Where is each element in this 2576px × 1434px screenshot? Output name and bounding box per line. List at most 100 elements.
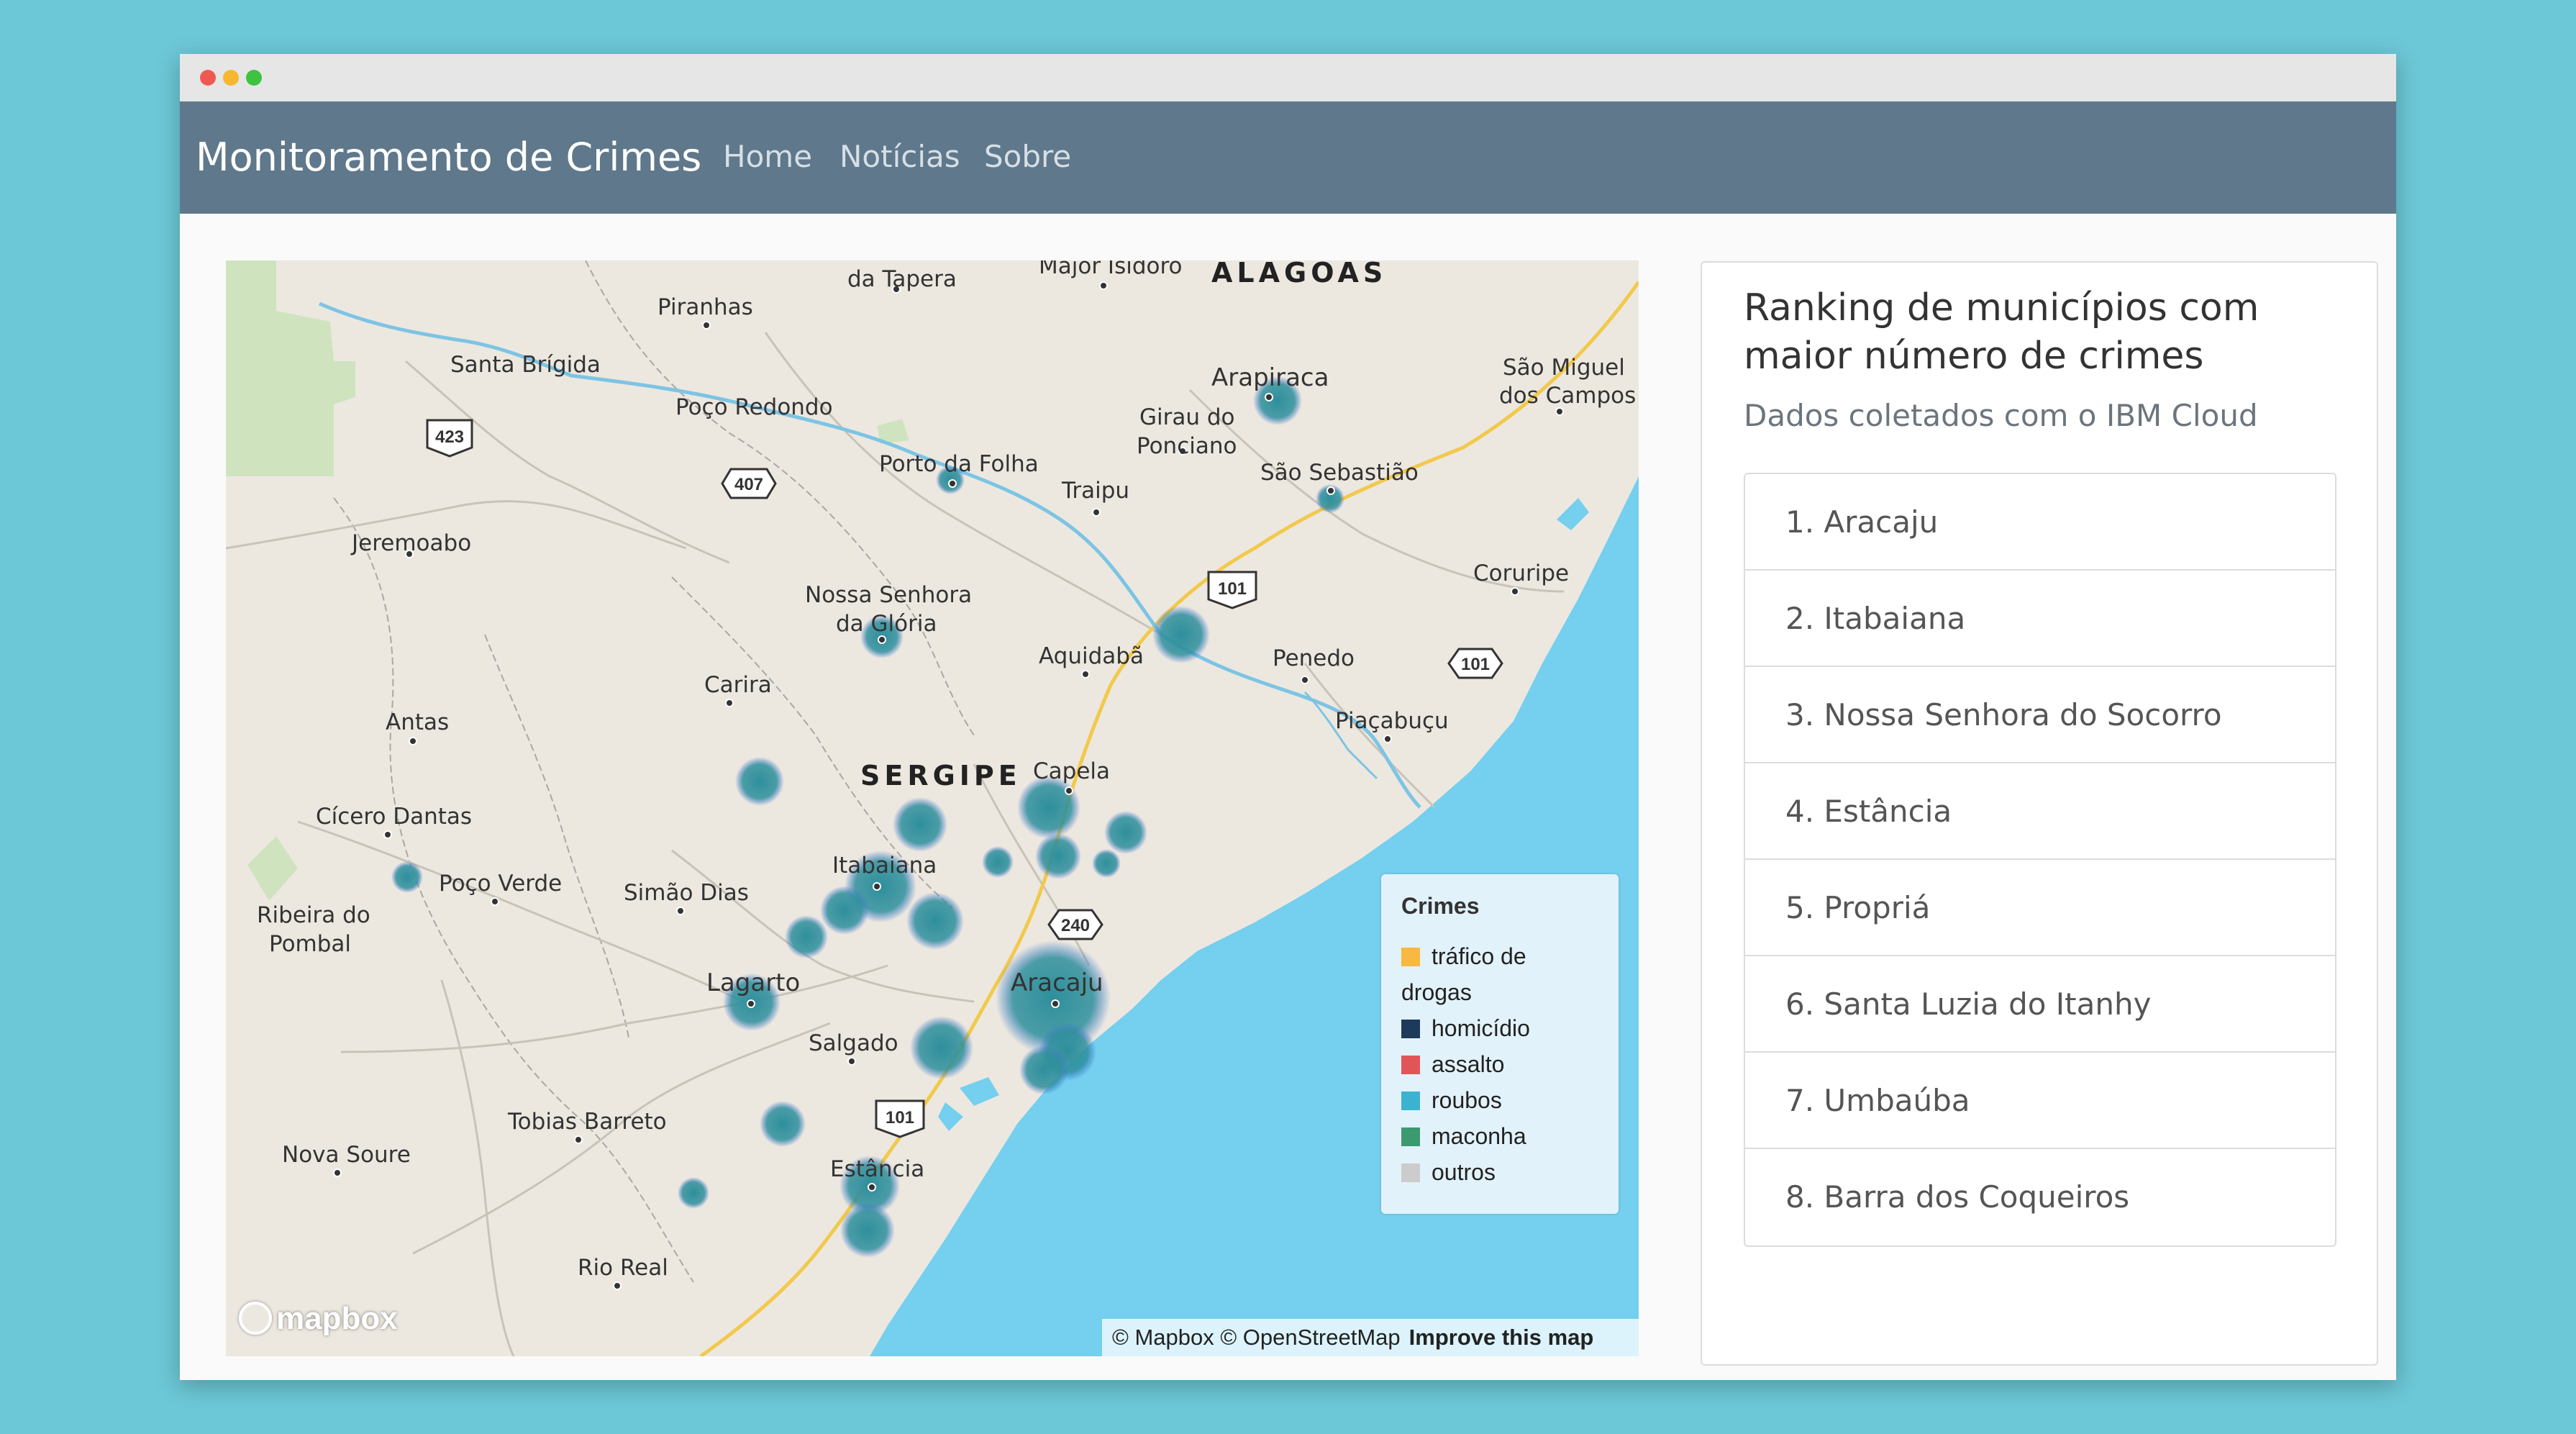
crime-cluster[interactable]: [1019, 1045, 1068, 1094]
minimize-window-button[interactable]: [223, 70, 239, 86]
state-label-alagoas: ALAGOAS: [1211, 260, 1387, 289]
svg-text:101: 101: [1461, 655, 1490, 674]
place-label: Tobias Barreto: [507, 1109, 667, 1135]
navbar: Monitoramento de Crimes Home Notícias So…: [180, 101, 2396, 214]
legend-title: Crimes: [1401, 893, 1480, 919]
close-window-button[interactable]: [200, 70, 216, 86]
ranking-item[interactable]: 2. Itabaiana: [1745, 571, 2335, 667]
place-label: Piaçabuçu: [1335, 708, 1449, 734]
place-label: Girau do: [1139, 404, 1235, 430]
navbar-brand[interactable]: Monitoramento de Crimes: [196, 135, 701, 180]
ranking-item[interactable]: 4. Estância: [1745, 763, 2335, 860]
legend-item-homicidio: homicídio: [1401, 1015, 1530, 1042]
place-label: dos Campos: [1499, 383, 1636, 409]
legend-item-roubos: roubos: [1401, 1087, 1502, 1114]
nav-link-sobre[interactable]: Sobre: [984, 139, 1071, 174]
ranking-item[interactable]: 1. Aracaju: [1745, 474, 2335, 571]
crime-cluster[interactable]: [910, 1016, 973, 1079]
legend-swatch: [1401, 1020, 1420, 1038]
svg-text:101: 101: [1218, 579, 1247, 599]
crime-cluster[interactable]: [1152, 606, 1210, 663]
place-label: Estância: [830, 1156, 924, 1182]
ranking-list: 1. Aracaju 2. Itabaiana 3. Nossa Senhora…: [1744, 473, 2336, 1247]
svg-text:423: 423: [435, 427, 464, 447]
crime-map[interactable]: 423 407 101 101 240 101 ALAGOAS SERGIPE …: [226, 260, 1639, 1356]
place-label: Antas: [386, 709, 449, 735]
place-label: Arapiraca: [1211, 363, 1329, 392]
crime-cluster[interactable]: [820, 886, 869, 935]
ranking-item[interactable]: 5. Propriá: [1745, 860, 2335, 956]
place-label: da Glória: [836, 611, 937, 637]
crime-cluster[interactable]: [982, 846, 1014, 878]
crime-cluster[interactable]: [1092, 849, 1121, 878]
browser-window: Monitoramento de Crimes Home Notícias So…: [180, 54, 2396, 1380]
place-label: Aquidabã: [1039, 643, 1144, 669]
shield-407: 407: [721, 468, 777, 499]
place-label: Carira: [704, 672, 772, 698]
crime-cluster[interactable]: [840, 1203, 895, 1258]
legend-swatch: [1401, 948, 1420, 966]
map-attribution: © Mapbox © OpenStreetMap Improve this map: [1102, 1319, 1639, 1356]
crime-cluster[interactable]: [785, 915, 828, 958]
place-label: Simão Dias: [624, 880, 749, 906]
crime-cluster[interactable]: [760, 1101, 806, 1147]
legend-item-assalto: assalto: [1401, 1051, 1504, 1078]
mapbox-logo[interactable]: mapbox: [239, 1301, 398, 1344]
legend-swatch: [1401, 1127, 1420, 1146]
legend-item-trafico-cont: drogas: [1401, 979, 1472, 1005]
ranking-item[interactable]: 6. Santa Luzia do Itanhy: [1745, 956, 2335, 1053]
legend-swatch: [1401, 1092, 1420, 1110]
place-label: Porto da Folha: [879, 451, 1039, 477]
ranking-item[interactable]: 3. Nossa Senhora do Socorro: [1745, 667, 2335, 763]
nav-link-home[interactable]: Home: [723, 139, 812, 174]
place-label: Coruripe: [1473, 561, 1569, 586]
map-legend: Crimes tráfico de drogas homicídio assal…: [1381, 874, 1619, 1214]
place-label: Traipu: [1061, 478, 1129, 504]
ranking-subtitle: Dados coletados com o IBM Cloud: [1744, 398, 2258, 433]
crime-cluster[interactable]: [678, 1177, 709, 1209]
shield-101-north: 101: [1207, 571, 1257, 609]
place-label: Jeremoabo: [350, 530, 471, 556]
legend-item-maconha: maconha: [1401, 1123, 1526, 1150]
place-label: Rio Real: [578, 1255, 668, 1281]
place-label: São Miguel: [1503, 355, 1625, 381]
legend-swatch: [1401, 1056, 1420, 1074]
crime-cluster[interactable]: [1104, 811, 1147, 854]
place-label: Cícero Dantas: [316, 804, 472, 830]
improve-map-link[interactable]: Improve this map: [1409, 1325, 1594, 1350]
mapbox-logo-icon: [239, 1302, 272, 1335]
place-label: Capela: [1033, 758, 1110, 784]
place-label: Piranhas: [657, 294, 753, 320]
shield-240: 240: [1047, 909, 1103, 940]
place-label: da Tapera: [847, 266, 957, 292]
place-label: São Sebastião: [1260, 460, 1419, 486]
crime-cluster[interactable]: [1035, 833, 1081, 879]
attribution-text[interactable]: © Mapbox © OpenStreetMap: [1112, 1325, 1401, 1350]
crime-cluster[interactable]: [735, 757, 784, 806]
shield-101-east: 101: [1447, 648, 1503, 679]
window-titlebar: [180, 54, 2396, 101]
place-label: Nova Soure: [282, 1142, 411, 1168]
crime-cluster[interactable]: [391, 861, 423, 893]
place-label: Penedo: [1273, 645, 1355, 671]
nav-link-noticias[interactable]: Notícias: [839, 139, 960, 174]
legend-item-trafico: tráfico de: [1401, 943, 1526, 970]
legend-swatch: [1401, 1163, 1420, 1182]
legend-item-outros: outros: [1401, 1159, 1496, 1186]
shield-423: 423: [426, 419, 473, 458]
place-label: Poço Verde: [439, 871, 562, 897]
ranking-title: Ranking de municípios com maior número d…: [1744, 286, 2259, 378]
place-label: Aracaju: [1011, 968, 1103, 997]
crime-cluster[interactable]: [893, 797, 947, 852]
svg-text:407: 407: [734, 475, 763, 494]
place-label: Salgado: [809, 1030, 898, 1056]
maximize-window-button[interactable]: [246, 70, 262, 86]
ranking-item[interactable]: 8. Barra dos Coqueiros: [1745, 1149, 2335, 1245]
state-label-sergipe: SERGIPE: [860, 760, 1021, 791]
ranking-item[interactable]: 7. Umbaúba: [1745, 1053, 2335, 1149]
crime-cluster[interactable]: [906, 892, 964, 950]
crime-cluster[interactable]: [1017, 776, 1080, 839]
place-label: Lagarto: [706, 968, 800, 997]
place-label: Itabaiana: [832, 853, 937, 879]
ranking-card: Ranking de municípios com maior número d…: [1701, 261, 2378, 1366]
